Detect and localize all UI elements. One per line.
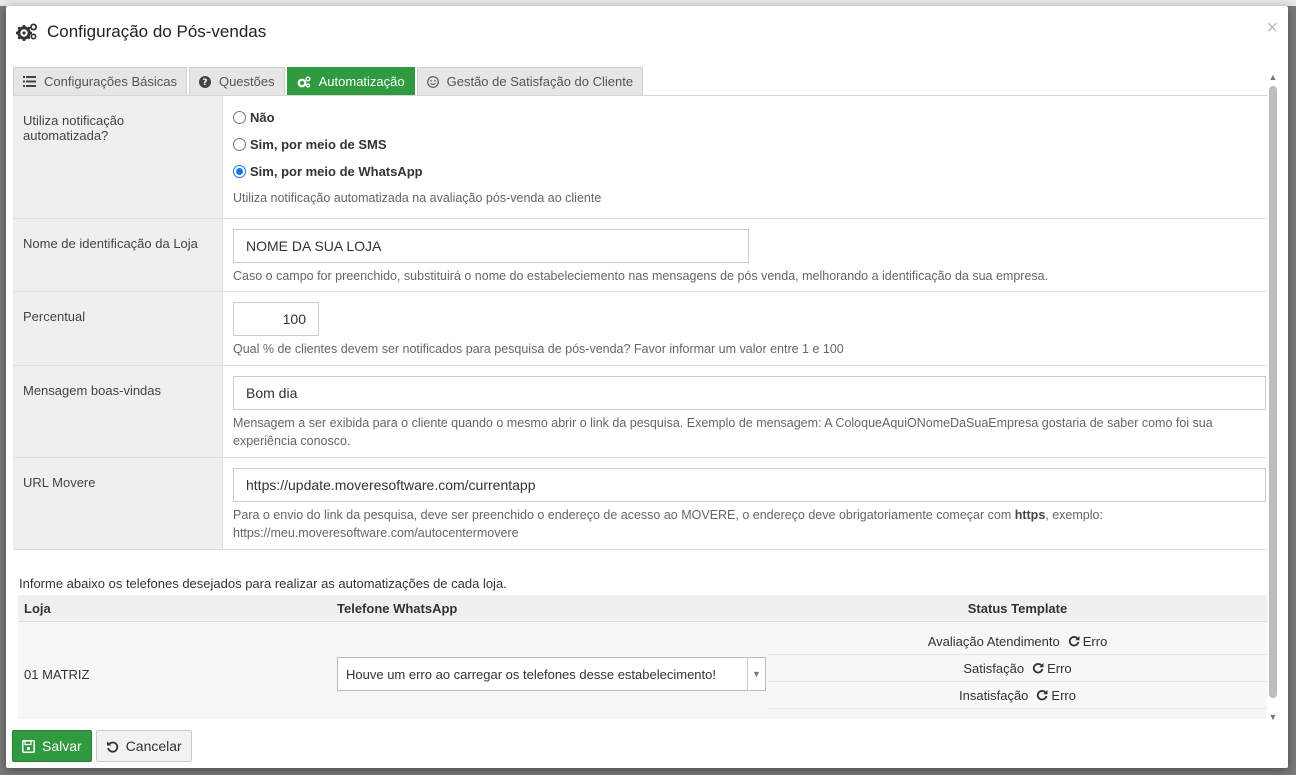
status-satisfacao: Satisfação Erro: [768, 655, 1267, 682]
radio-label: Não: [250, 110, 275, 125]
radio-nao[interactable]: Não: [233, 104, 1267, 131]
cogs-icon: [297, 76, 311, 88]
tab-questoes[interactable]: ? Questões: [188, 67, 285, 96]
undo-icon: [106, 740, 118, 753]
scroll-thumb[interactable]: [1269, 86, 1277, 698]
url-input[interactable]: https://update.moveresoftware.com/curren…: [233, 468, 1266, 502]
tab-gestao-satisfacao[interactable]: Gestão de Satisfação do Cliente: [416, 67, 644, 96]
status-erro-refresh[interactable]: Erro: [1036, 688, 1076, 703]
refresh-icon: [1037, 690, 1048, 701]
help-mensagem: Mensagem a ser exibida para o cliente qu…: [233, 416, 1213, 448]
refresh-icon: [1068, 636, 1080, 647]
cell-loja: 01 MATRIZ: [24, 666, 90, 682]
row-notificacao: Utiliza notificação automatizada? Não Si…: [13, 96, 1267, 219]
smile-icon: [426, 75, 439, 88]
chevron-down-icon[interactable]: ▼: [747, 658, 765, 690]
tab-label: Questões: [218, 74, 275, 89]
modal-header: Configuração do Pós-vendas ×: [6, 6, 1288, 58]
field-nome-loja: NOME DA SUA LOJA Caso o campo for preenc…: [223, 219, 1267, 291]
vertical-scrollbar[interactable]: ▲ ▼: [1268, 72, 1278, 722]
cell-status: Avaliação Atendimento Erro Satisfação Er…: [768, 622, 1267, 719]
scroll-up-icon[interactable]: ▲: [1268, 72, 1278, 82]
radio-label: Sim, por meio de WhatsApp: [250, 164, 423, 179]
table-row: 01 MATRIZ Houve um erro ao carregar os t…: [18, 622, 1267, 719]
cogs-icon: [16, 23, 37, 41]
status-avaliacao: Avaliação Atendimento Erro: [768, 628, 1267, 655]
nome-loja-input[interactable]: NOME DA SUA LOJA: [233, 229, 749, 263]
header-loja: Loja: [24, 600, 51, 616]
question-circle-icon: ?: [198, 75, 211, 88]
radio-button[interactable]: [233, 111, 246, 124]
refresh-icon: [1032, 663, 1044, 674]
status-label: Satisfação: [963, 660, 1025, 676]
radio-label: Sim, por meio de SMS: [250, 137, 387, 152]
save-label: Salvar: [42, 738, 82, 754]
header-telefone: Telefone WhatsApp: [337, 600, 458, 616]
modal-title: Configuração do Pós-vendas: [47, 22, 267, 41]
header-status: Status Template: [967, 600, 1068, 616]
mensagem-input[interactable]: Bom dia: [233, 376, 1266, 410]
field-notificacao: Não Sim, por meio de SMS Sim, por meio d…: [223, 96, 1267, 218]
label-url: URL Movere: [13, 458, 223, 549]
label-mensagem: Mensagem boas-vindas: [13, 366, 223, 457]
label-percentual: Percentual: [13, 292, 223, 365]
cell-telefone: Houve um erro ao carregar os telefones d…: [331, 622, 768, 719]
tab-configuracoes-basicas[interactable]: Configurações Básicas: [13, 67, 187, 96]
status-label: Insatisfação: [959, 687, 1029, 703]
radio-whatsapp[interactable]: Sim, por meio de WhatsApp: [233, 158, 1267, 185]
row-nome-loja: Nome de identificação da Loja NOME DA SU…: [13, 219, 1267, 292]
phones-table: Loja Telefone WhatsApp Status Template 0…: [18, 595, 1267, 719]
tab-automatizacao[interactable]: Automatização: [286, 67, 415, 96]
select-value: Houve um erro ao carregar os telefones d…: [346, 666, 716, 682]
status-erro-refresh[interactable]: Erro: [1032, 661, 1072, 676]
cancel-label: Cancelar: [125, 738, 182, 754]
modal-footer: Salvar Cancelar: [12, 730, 196, 762]
cancel-button[interactable]: Cancelar: [95, 730, 192, 762]
list-icon: [23, 76, 36, 87]
row-url: URL Movere https://update.moveresoftware…: [13, 458, 1267, 550]
row-mensagem: Mensagem boas-vindas Bom dia Mensagem a …: [13, 366, 1267, 458]
radio-sms[interactable]: Sim, por meio de SMS: [233, 131, 1267, 158]
status-label: Avaliação Atendimento: [927, 633, 1060, 649]
status-erro-refresh[interactable]: Erro: [1068, 634, 1107, 649]
percentual-input[interactable]: 100: [233, 302, 319, 336]
row-percentual: Percentual 100 Qual % de clientes devem …: [13, 292, 1267, 366]
field-url: https://update.moveresoftware.com/curren…: [223, 458, 1267, 549]
save-button[interactable]: Salvar: [12, 730, 92, 762]
status-insatisfacao: Insatisfação Erro: [768, 682, 1267, 709]
tab-bar: Configurações Básicas ? Questões Automat…: [13, 67, 645, 96]
label-nome-loja: Nome de identificação da Loja: [13, 219, 223, 291]
postsale-config-modal: Configuração do Pós-vendas × Configuraçõ…: [6, 6, 1288, 768]
phones-info-text: Informe abaixo os telefones desejados pa…: [19, 576, 507, 591]
tab-label: Configurações Básicas: [44, 74, 177, 89]
scroll-down-icon[interactable]: ▼: [1268, 712, 1278, 722]
close-icon[interactable]: ×: [1266, 18, 1278, 38]
table-header: Loja Telefone WhatsApp Status Template: [18, 595, 1267, 622]
automatizacao-panel: Utiliza notificação automatizada? Não Si…: [13, 95, 1267, 719]
telefone-select[interactable]: Houve um erro ao carregar os telefones d…: [337, 657, 766, 691]
svg-text:?: ?: [202, 78, 207, 88]
help-percentual: Qual % de clientes devem ser notificados…: [233, 342, 844, 356]
field-mensagem: Bom dia Mensagem a ser exibida para o cl…: [223, 366, 1267, 457]
help-notificacao: Utiliza notificação automatizada na aval…: [233, 191, 602, 205]
radio-button-checked[interactable]: [233, 165, 246, 178]
help-nome-loja: Caso o campo for preenchido, substituirá…: [233, 269, 1049, 283]
tab-label: Gestão de Satisfação do Cliente: [446, 74, 634, 89]
field-percentual: 100 Qual % de clientes devem ser notific…: [223, 292, 1267, 365]
tab-label: Automatização: [318, 74, 405, 89]
label-notificacao: Utiliza notificação automatizada?: [13, 96, 223, 218]
floppy-disk-icon: [22, 739, 35, 753]
help-url: Para o envio do link da pesquisa, deve s…: [233, 508, 1103, 540]
radio-button[interactable]: [233, 138, 246, 151]
